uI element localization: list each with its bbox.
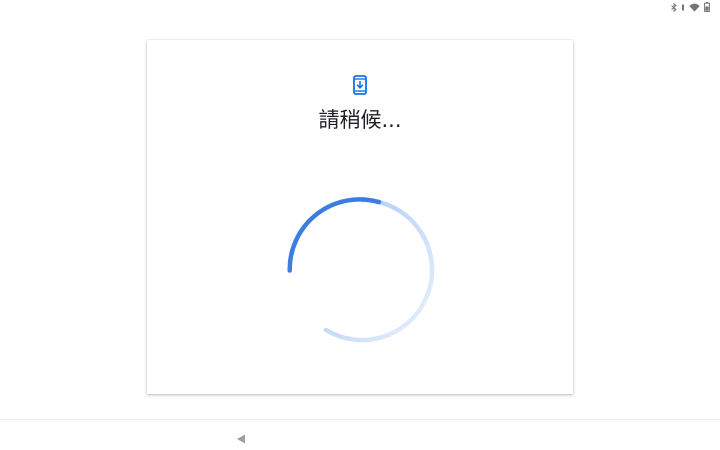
bluetooth-icon (671, 2, 677, 12)
wifi-icon (689, 3, 700, 12)
navigation-bar (0, 419, 720, 450)
battery-icon (704, 2, 710, 12)
status-bar (0, 0, 720, 14)
phone-download-icon (352, 75, 368, 95)
loading-card: 請稍候... (147, 40, 573, 394)
status-icons (671, 2, 710, 12)
screen: 請稍候... (0, 0, 720, 450)
page-title: 請稍候... (318, 108, 402, 132)
progress-spinner (286, 194, 438, 346)
vibrate-icon (681, 3, 685, 12)
back-icon[interactable] (235, 430, 247, 444)
